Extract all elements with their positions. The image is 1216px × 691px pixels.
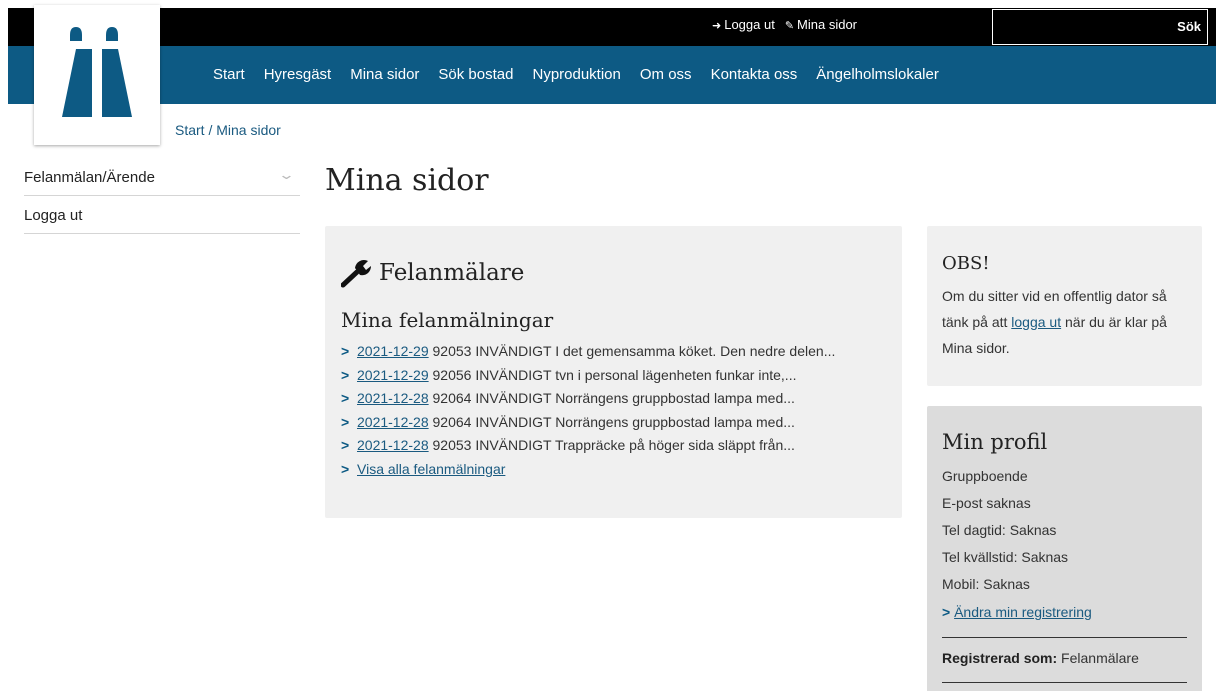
change-registration-link[interactable]: Ändra min registrering xyxy=(954,604,1092,620)
report-text: 92064 INVÄNDIGT Norrängens gruppbostad l… xyxy=(432,413,795,430)
chevron-right-icon: > xyxy=(341,366,350,383)
change-registration: > Ändra min registrering xyxy=(942,604,1092,620)
nav-item-mina-sidor[interactable]: Mina sidor xyxy=(350,66,419,83)
nav-item-om-oss[interactable]: Om oss xyxy=(640,66,692,83)
profile-row: Mobil: Saknas xyxy=(942,576,1030,592)
site-logo[interactable] xyxy=(34,5,160,145)
page-title: Mina sidor xyxy=(325,163,489,198)
nav-item-kontakta-oss[interactable]: Kontakta oss xyxy=(711,66,798,83)
breadcrumb-separator: / xyxy=(208,122,213,138)
profile-heading: Min profil xyxy=(942,430,1048,454)
sidebar-item-label: Felanmälan/Ärende xyxy=(24,169,155,186)
list-item: >2021-12-28 92053 INVÄNDIGT Trappräcke p… xyxy=(341,437,835,461)
registered-as: Registrerad som: Felanmälare xyxy=(942,650,1139,666)
report-text: 92053 INVÄNDIGT Trappräcke på höger sida… xyxy=(432,437,795,453)
obs-notice: OBS! Om du sitter vid en offentlig dator… xyxy=(927,226,1202,386)
felanmalare-title: Felanmälare xyxy=(379,260,525,286)
profile-row: Gruppboende xyxy=(942,468,1028,484)
felanmalare-heading: Felanmälare xyxy=(341,258,524,288)
registered-label: Registrerad som: xyxy=(942,650,1058,666)
report-date-link[interactable]: 2021-12-29 xyxy=(357,343,429,359)
felanmalare-panel: Felanmälare Mina felanmälningar >2021-12… xyxy=(325,226,902,518)
breadcrumb: Start / Mina sidor xyxy=(175,122,281,138)
search-button[interactable]: Sök xyxy=(1177,19,1201,34)
profile-panel: Min profil Gruppboende E-post saknas Tel… xyxy=(927,406,1202,691)
search-input[interactable] xyxy=(993,10,1163,44)
top-links: ➜ Logga ut ✎ Mina sidor xyxy=(712,17,857,32)
profile-row: Tel dagtid: Saknas xyxy=(942,522,1057,538)
report-text: 92056 INVÄNDIGT tvn i personal lägenhete… xyxy=(432,366,797,383)
divider xyxy=(942,682,1187,683)
list-item: >2021-12-29 92056 INVÄNDIGT tvn i person… xyxy=(341,367,835,391)
nav-item-angelholmslokaler[interactable]: Ängelholmslokaler xyxy=(816,66,939,83)
report-date-link[interactable]: 2021-12-29 xyxy=(357,367,429,383)
nav-item-sok-bostad[interactable]: Sök bostad xyxy=(438,66,513,83)
sidebar-item-label: Logga ut xyxy=(24,207,83,224)
logo-mark-icon xyxy=(62,27,132,117)
nav-item-hyresgast[interactable]: Hyresgäst xyxy=(264,66,332,83)
show-all-reports-link[interactable]: Visa alla felanmälningar xyxy=(357,461,505,477)
my-pages-link[interactable]: ✎ Mina sidor xyxy=(785,17,857,32)
sidebar-item-logga-ut[interactable]: Logga ut xyxy=(24,196,300,234)
report-date-link[interactable]: 2021-12-28 xyxy=(357,414,429,430)
obs-logout-link[interactable]: logga ut xyxy=(1011,314,1061,330)
list-item: >2021-12-29 92053 INVÄNDIGT I det gemens… xyxy=(341,343,835,367)
registered-value: Felanmälare xyxy=(1061,650,1139,666)
wrench-icon xyxy=(341,260,372,288)
list-item: > Visa alla felanmälningar xyxy=(341,461,835,485)
breadcrumb-current: Mina sidor xyxy=(216,122,281,138)
list-item: >2021-12-28 92064 INVÄNDIGT Norrängens g… xyxy=(341,390,835,414)
report-date-link[interactable]: 2021-12-28 xyxy=(357,437,429,453)
profile-row: Tel kvällstid: Saknas xyxy=(942,549,1069,565)
search-box: Sök xyxy=(992,9,1208,45)
list-item: >2021-12-28 92064 INVÄNDIGT Norrängens g… xyxy=(341,414,835,438)
nav-item-start[interactable]: Start xyxy=(213,66,245,83)
chevron-right-icon: > xyxy=(341,390,350,406)
chevron-right-icon: > xyxy=(341,437,350,453)
obs-text: Om du sitter vid en offentlig dator så t… xyxy=(942,283,1192,361)
reports-subheading: Mina felanmälningar xyxy=(341,308,554,332)
profile-rows: Gruppboende E-post saknas Tel dagtid: Sa… xyxy=(942,468,1068,603)
chevron-right-icon: > xyxy=(942,604,951,620)
chevron-right-icon: > xyxy=(341,413,350,430)
chevron-right-icon: > xyxy=(341,343,350,359)
breadcrumb-start[interactable]: Start xyxy=(175,122,205,138)
chevron-right-icon: > xyxy=(341,460,350,477)
nav-item-nyproduktion[interactable]: Nyproduktion xyxy=(532,66,620,83)
report-text: 92053 INVÄNDIGT I det gemensamma köket. … xyxy=(432,343,836,359)
top-bar: ➜ Logga ut ✎ Mina sidor Sök xyxy=(8,8,1216,46)
obs-heading: OBS! xyxy=(942,253,990,274)
my-pages-label: Mina sidor xyxy=(797,17,858,32)
profile-row: E-post saknas xyxy=(942,495,1031,511)
report-text: 92064 INVÄNDIGT Norrängens gruppbostad l… xyxy=(432,390,795,406)
logout-icon: ➜ xyxy=(712,20,722,32)
edit-icon: ✎ xyxy=(784,20,795,32)
divider xyxy=(942,637,1187,638)
chevron-down-icon[interactable]: ⌄ xyxy=(278,167,295,183)
logout-link[interactable]: ➜ Logga ut xyxy=(712,17,775,32)
report-date-link[interactable]: 2021-12-28 xyxy=(357,390,429,406)
main-nav: Start Hyresgäst Mina sidor Sök bostad Ny… xyxy=(8,46,1216,104)
logout-label: Logga ut xyxy=(724,17,775,32)
reports-list: >2021-12-29 92053 INVÄNDIGT I det gemens… xyxy=(341,343,835,484)
sidebar-item-felanmalan[interactable]: Felanmälan/Ärende ⌄ xyxy=(24,158,300,196)
sidebar: Felanmälan/Ärende ⌄ Logga ut xyxy=(24,158,300,234)
